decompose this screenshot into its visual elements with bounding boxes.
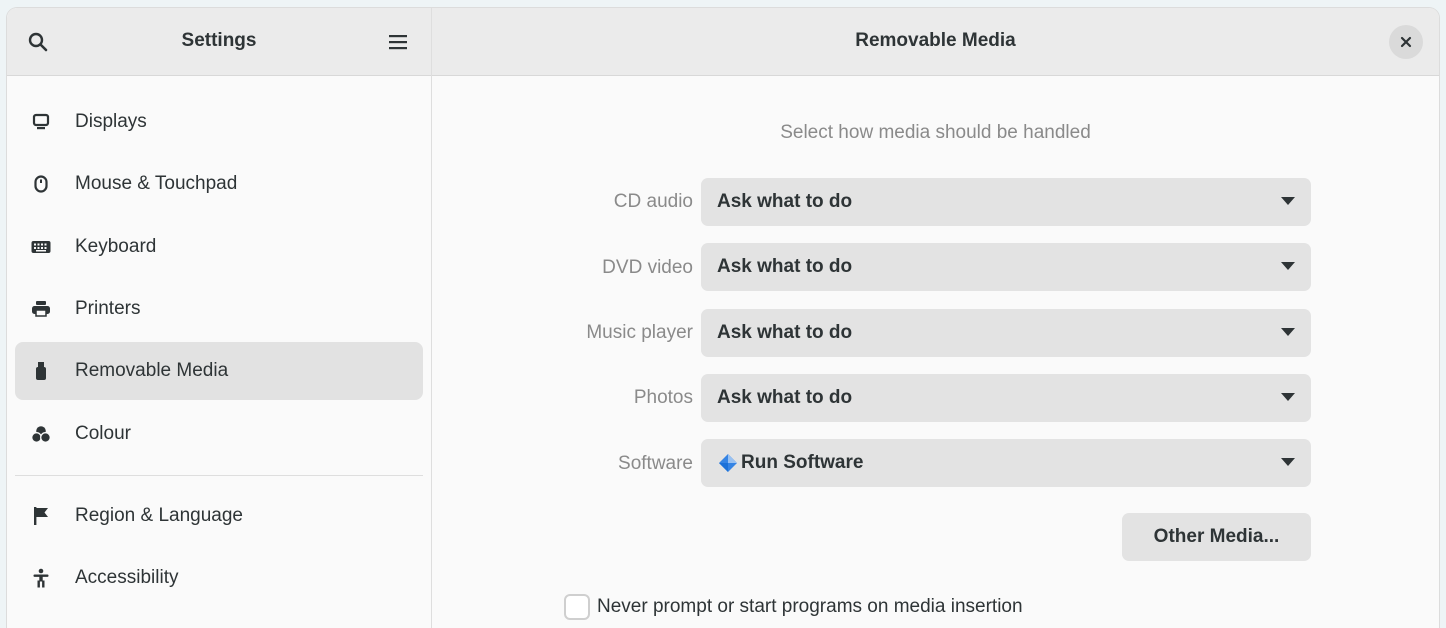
never-prompt-label[interactable]: Never prompt or start programs on media … [597, 596, 1023, 618]
sidebar-item-accessibility[interactable]: Accessibility [15, 549, 423, 607]
other-media-button[interactable]: Other Media... [1122, 513, 1311, 561]
chevron-down-icon [1281, 393, 1295, 401]
sidebar-item-region-language[interactable]: Region & Language [15, 487, 423, 545]
sidebar-item-label: Accessibility [75, 567, 179, 588]
software-value-text: Run Software [741, 452, 864, 473]
sidebar-header: Settings [7, 8, 431, 76]
sidebar: Settings Displays Mouse & Touchpad Keybo… [7, 8, 432, 628]
photos-label: Photos [633, 387, 693, 408]
sidebar-item-label: Keyboard [75, 236, 157, 257]
display-icon [31, 112, 51, 132]
chevron-down-icon [1281, 458, 1295, 466]
page-title: Removable Media [855, 30, 1016, 51]
chevron-down-icon [1281, 262, 1295, 270]
close-button[interactable] [1389, 25, 1423, 59]
music-player-dropdown[interactable]: Ask what to do [701, 309, 1311, 357]
sidebar-item-removable-media[interactable]: Removable Media [15, 342, 423, 400]
dropdown-value: Ask what to do [717, 191, 853, 212]
sidebar-item-label: Mouse & Touchpad [75, 173, 238, 194]
sidebar-item-label: Removable Media [75, 360, 229, 381]
dropdown-value: Ask what to do [717, 387, 853, 408]
colour-icon [31, 424, 51, 444]
sidebar-item-label: Region & Language [75, 505, 243, 526]
sidebar-item-colour[interactable]: Colour [15, 405, 423, 463]
photos-dropdown[interactable]: Ask what to do [701, 374, 1311, 422]
chevron-down-icon [1281, 197, 1295, 205]
settings-window: Settings Displays Mouse & Touchpad Keybo… [7, 8, 1439, 628]
sidebar-item-label: Colour [75, 423, 131, 444]
dvd-video-label: DVD video [602, 257, 693, 278]
usb-drive-icon [31, 361, 51, 381]
chevron-down-icon [1281, 328, 1295, 336]
mouse-icon [31, 174, 51, 194]
sidebar-item-displays[interactable]: Displays [15, 93, 423, 151]
close-icon [1400, 36, 1412, 48]
printer-icon [31, 299, 51, 319]
music-player-label: Music player [586, 322, 693, 343]
sidebar-item-label: Printers [75, 298, 141, 319]
software-label: Software [618, 453, 693, 474]
never-prompt-checkbox[interactable] [564, 594, 590, 620]
cd-audio-label: CD audio [613, 191, 693, 212]
software-dropdown[interactable]: Run Software [701, 439, 1311, 487]
dropdown-value: Ask what to do [717, 322, 853, 343]
software-icon [717, 452, 739, 474]
dropdown-value: Ask what to do [717, 256, 853, 277]
sidebar-title: Settings [181, 30, 257, 51]
flag-icon [31, 506, 51, 526]
accessibility-icon [31, 568, 51, 588]
sidebar-separator [15, 475, 423, 476]
sidebar-item-printers[interactable]: Printers [15, 280, 423, 338]
dropdown-value: Run Software [717, 452, 863, 474]
page-subtitle: Select how media should be handled [780, 122, 1091, 143]
cd-audio-dropdown[interactable]: Ask what to do [701, 178, 1311, 226]
sidebar-item-mouse-touchpad[interactable]: Mouse & Touchpad [15, 155, 423, 213]
sidebar-item-keyboard[interactable]: Keyboard [15, 218, 423, 276]
sidebar-item-label: Displays [75, 111, 147, 132]
hamburger-menu-icon [389, 35, 407, 50]
main-header: Removable Media [432, 8, 1439, 76]
keyboard-icon [31, 237, 51, 257]
dvd-video-dropdown[interactable]: Ask what to do [701, 243, 1311, 291]
menu-button[interactable] [380, 24, 416, 60]
